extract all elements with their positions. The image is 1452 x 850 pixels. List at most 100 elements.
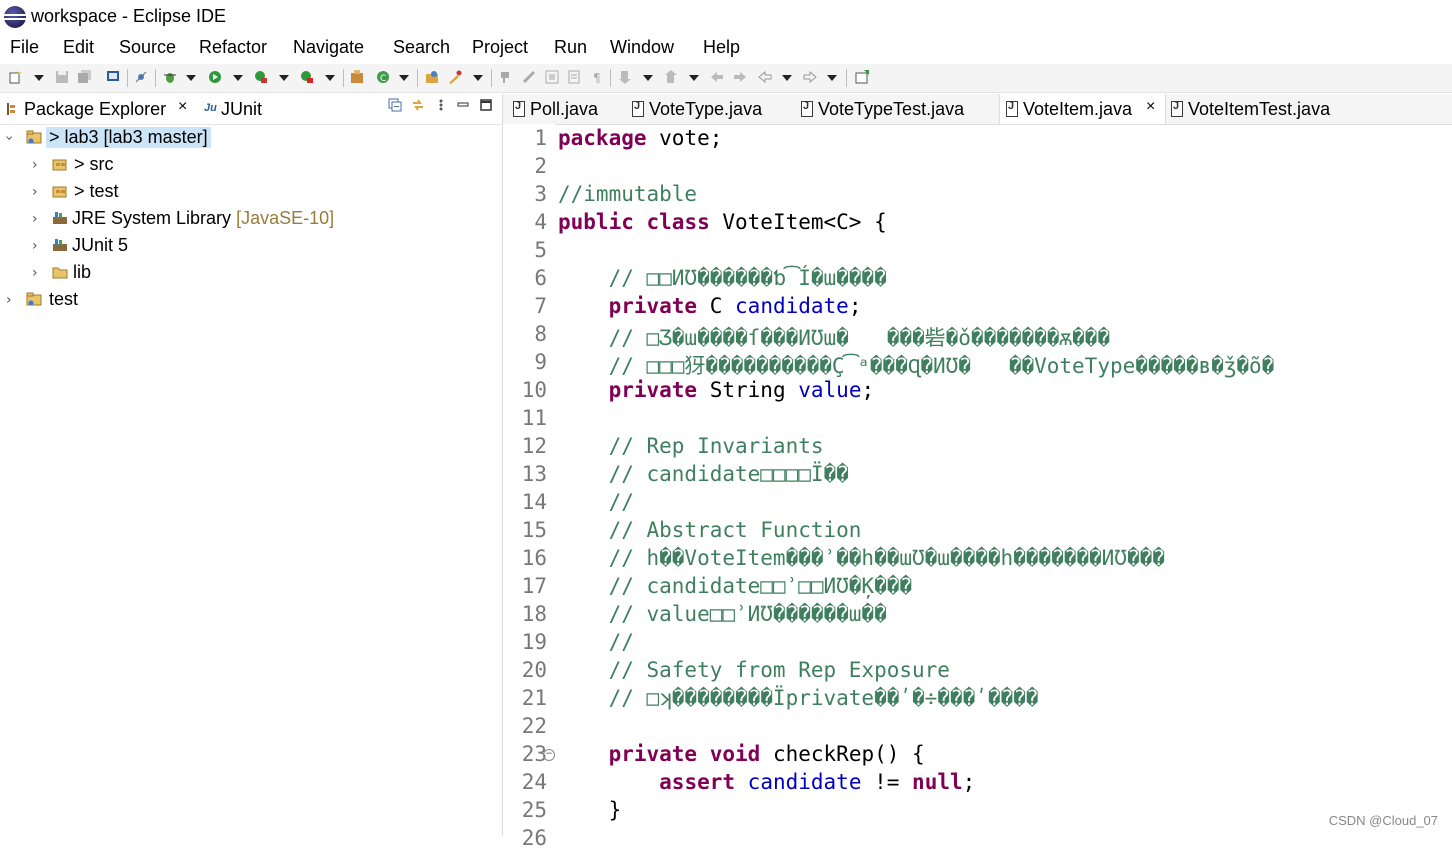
new-class-dropdown-icon[interactable] bbox=[399, 75, 409, 81]
tab-voteitem-java[interactable]: VoteItem.java × bbox=[999, 94, 1166, 124]
menu-search[interactable]: Search bbox=[393, 37, 450, 58]
debug-icon[interactable] bbox=[163, 70, 177, 84]
save-icon[interactable] bbox=[55, 70, 69, 84]
line-number: 21 bbox=[521, 686, 547, 710]
show-whitespace-icon[interactable]: ¶ bbox=[590, 70, 604, 84]
code-line: // candidate□□□□Ï�� bbox=[558, 462, 849, 486]
open-perspective-icon[interactable] bbox=[855, 70, 869, 84]
chevron-right-icon[interactable]: › bbox=[32, 211, 38, 227]
debug-dropdown-icon[interactable] bbox=[186, 75, 196, 81]
terminal-icon[interactable] bbox=[106, 70, 120, 84]
chevron-right-icon[interactable]: › bbox=[32, 265, 38, 281]
menu-navigate[interactable]: Navigate bbox=[293, 37, 364, 58]
back-icon[interactable] bbox=[758, 70, 772, 84]
chevron-right-icon[interactable]: › bbox=[32, 238, 38, 254]
tab-junit[interactable]: Ju JUnit bbox=[200, 94, 280, 124]
line-number: 15 bbox=[521, 518, 547, 542]
java-file-icon bbox=[513, 100, 525, 117]
menu-window[interactable]: Window bbox=[610, 37, 674, 58]
open-type-icon[interactable] bbox=[425, 70, 439, 84]
task-dropdown-icon[interactable] bbox=[473, 75, 483, 81]
minimize-icon[interactable] bbox=[456, 98, 470, 112]
tree-item-lab3[interactable]: › > lab3 [lab3 master] bbox=[0, 125, 500, 151]
coverage-icon[interactable] bbox=[254, 70, 268, 84]
new-icon[interactable] bbox=[8, 70, 22, 84]
tree-item-src[interactable]: › > src bbox=[0, 152, 500, 178]
skip-breakpoints-icon[interactable] bbox=[134, 70, 148, 84]
tree-item-test-folder[interactable]: › > test bbox=[0, 179, 500, 205]
menu-edit[interactable]: Edit bbox=[63, 37, 94, 58]
comment-token: //immutable bbox=[558, 182, 698, 206]
tab-votetype-java[interactable]: VoteType.java bbox=[621, 94, 791, 124]
chevron-down-icon[interactable]: › bbox=[1, 135, 17, 141]
project-icon bbox=[26, 292, 42, 306]
back-dropdown-icon[interactable] bbox=[782, 75, 792, 81]
close-icon[interactable]: × bbox=[1146, 98, 1155, 116]
forward-edit-icon[interactable] bbox=[733, 70, 747, 84]
chevron-right-icon[interactable]: › bbox=[6, 292, 12, 308]
code-line: // value□□ʾИƱ������ա�� bbox=[558, 602, 887, 626]
code-area[interactable]: package vote; //immutable public class Vot… bbox=[558, 124, 1452, 836]
menu-project[interactable]: Project bbox=[472, 37, 528, 58]
mark-occurrences-icon[interactable] bbox=[522, 70, 536, 84]
tree-item-jre[interactable]: › JRE System Library [JavaSE-10] bbox=[0, 206, 500, 232]
tab-package-explorer[interactable]: Package Explorer × bbox=[0, 94, 198, 124]
open-task-icon[interactable] bbox=[448, 70, 462, 84]
line-number: 16 bbox=[521, 546, 547, 570]
menu-help[interactable]: Help bbox=[703, 37, 740, 58]
code-token: vote; bbox=[646, 126, 723, 150]
comment-token: // Rep Invariants bbox=[558, 434, 824, 458]
view-menu-icon[interactable] bbox=[434, 98, 448, 112]
next-annotation-dropdown-icon[interactable] bbox=[643, 75, 653, 81]
comment-token: // candidate□□ʾ□□ИƱ�Ķ��� bbox=[558, 574, 913, 598]
chevron-right-icon[interactable]: › bbox=[32, 157, 38, 173]
menu-file[interactable]: File bbox=[10, 37, 39, 58]
line-number: 18 bbox=[521, 602, 547, 626]
close-icon[interactable]: × bbox=[178, 98, 187, 116]
menu-run[interactable]: Run bbox=[554, 37, 587, 58]
word-wrap-icon[interactable] bbox=[567, 70, 581, 84]
comment-token: // Safety from Rep Exposure bbox=[558, 658, 950, 682]
previous-annotation-icon[interactable] bbox=[664, 70, 678, 84]
line-number-ruler: 1 2 3 4 5 6 7 8 9 10 11 12 13 14 15 16 17 18 19 20 21 22 23 24 2… bbox=[503, 124, 555, 850]
link-with-editor-icon[interactable] bbox=[411, 98, 425, 112]
menu-source[interactable]: Source bbox=[119, 37, 176, 58]
previous-annotation-dropdown-icon[interactable] bbox=[689, 75, 699, 81]
maximize-icon[interactable] bbox=[479, 98, 493, 112]
tab-poll-java[interactable]: Poll.java bbox=[503, 94, 621, 124]
chevron-right-icon[interactable]: › bbox=[32, 184, 38, 200]
jre-version-decoration: [JavaSE-10] bbox=[236, 208, 335, 228]
next-annotation-icon[interactable] bbox=[618, 70, 632, 84]
tab-votetypetest-java[interactable]: VoteTypeTest.java bbox=[791, 94, 999, 124]
code-line: // candidate□□ʾ□□ИƱ�Ķ��� bbox=[558, 574, 912, 598]
block-selection-icon[interactable] bbox=[545, 70, 559, 84]
forward-icon[interactable] bbox=[803, 70, 817, 84]
new-dropdown-icon[interactable] bbox=[34, 75, 44, 81]
external-tools-icon[interactable] bbox=[300, 70, 314, 84]
menu-refactor[interactable]: Refactor bbox=[199, 37, 267, 58]
tree-item-label: > lab3 [lab3 master] bbox=[46, 127, 211, 148]
save-all-icon[interactable] bbox=[78, 70, 92, 84]
tree-item-label: > test bbox=[74, 181, 119, 201]
tree-item-lib[interactable]: › lib bbox=[0, 260, 500, 286]
tree-item-junit5[interactable]: › JUnit 5 bbox=[0, 233, 500, 259]
collapse-all-icon[interactable] bbox=[388, 98, 402, 112]
source-folder-icon bbox=[52, 186, 67, 198]
tab-voteitemtest-java[interactable]: VoteItemTest.java bbox=[1164, 94, 1354, 124]
new-java-class-icon[interactable]: C bbox=[376, 70, 390, 84]
run-icon[interactable] bbox=[208, 70, 222, 84]
keyword-token: private bbox=[608, 378, 698, 402]
code-line: } bbox=[558, 798, 622, 822]
last-edit-location-icon[interactable] bbox=[710, 70, 724, 84]
run-dropdown-icon[interactable] bbox=[233, 75, 243, 81]
forward-dropdown-icon[interactable] bbox=[827, 75, 837, 81]
fold-toggle-icon[interactable]: − bbox=[543, 749, 555, 761]
annotation-icon[interactable] bbox=[498, 70, 512, 84]
coverage-dropdown-icon[interactable] bbox=[279, 75, 289, 81]
new-java-package-icon[interactable] bbox=[350, 70, 364, 84]
code-token: C bbox=[697, 294, 736, 318]
external-tools-dropdown-icon[interactable] bbox=[325, 75, 335, 81]
line-number: 11 bbox=[521, 406, 547, 430]
tree-item-test-project[interactable]: › test bbox=[0, 287, 500, 313]
